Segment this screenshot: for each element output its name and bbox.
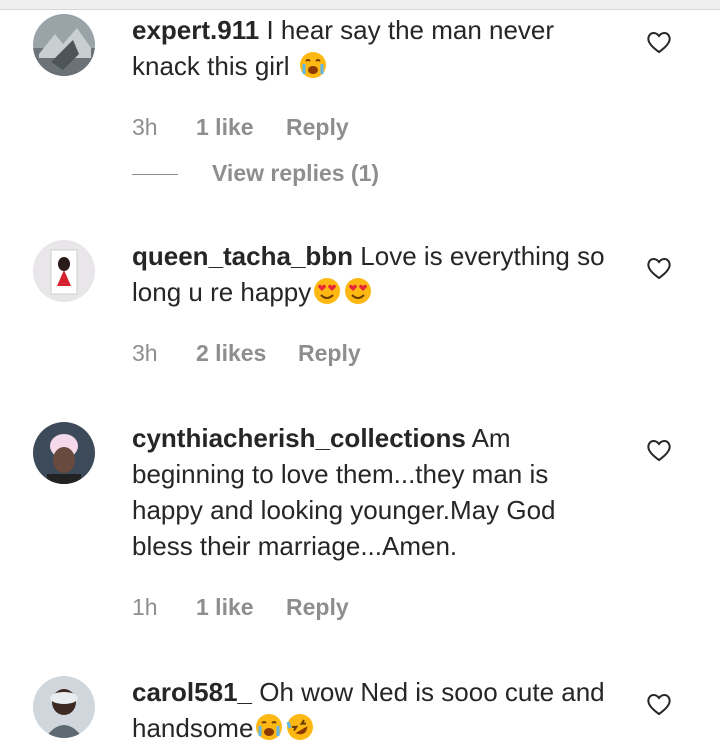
comment-text: expert.911 I hear say the man never knac… (132, 12, 612, 84)
view-replies-button[interactable]: View replies (1) (212, 160, 379, 187)
replies-divider (132, 174, 178, 175)
avatar[interactable] (33, 676, 95, 738)
comment-likes[interactable]: 1 like (196, 114, 254, 141)
comment-username[interactable]: queen_tacha_bbn (132, 241, 353, 271)
top-divider (0, 0, 720, 10)
heart-outline-icon[interactable] (645, 254, 673, 282)
avatar[interactable] (33, 14, 95, 76)
comment-time: 3h (132, 340, 158, 366)
avatar[interactable] (33, 240, 95, 302)
heart-outline-icon[interactable] (645, 690, 673, 718)
heart-outline-icon[interactable] (645, 28, 673, 56)
avatar[interactable] (33, 422, 95, 484)
comment-text: queen_tacha_bbn Love is everything so lo… (132, 238, 612, 310)
bottom-edge (0, 745, 720, 751)
comment-text: cynthiacherish_collections Am beginning … (132, 420, 612, 564)
comment-username[interactable]: expert.911 (132, 15, 259, 45)
comment-likes[interactable]: 1 like (196, 594, 254, 621)
crying-face-icon (298, 50, 328, 80)
comment-text: carol581_ Oh wow Ned is sooo cute and ha… (132, 674, 612, 746)
rolling-laughing-face-icon (285, 712, 315, 742)
comment-likes[interactable]: 2 likes (196, 340, 266, 367)
reply-button[interactable]: Reply (286, 594, 349, 621)
comment-time: 1h (132, 594, 158, 620)
crying-face-icon (254, 712, 284, 742)
heart-eyes-face-icon (312, 276, 342, 306)
comment-username[interactable]: cynthiacherish_collections (132, 423, 466, 453)
comment-time: 3h (132, 114, 158, 140)
reply-button[interactable]: Reply (298, 340, 361, 367)
reply-button[interactable]: Reply (286, 114, 349, 141)
heart-eyes-face-icon (343, 276, 373, 306)
comment-username[interactable]: carol581_ (132, 677, 252, 707)
heart-outline-icon[interactable] (645, 436, 673, 464)
